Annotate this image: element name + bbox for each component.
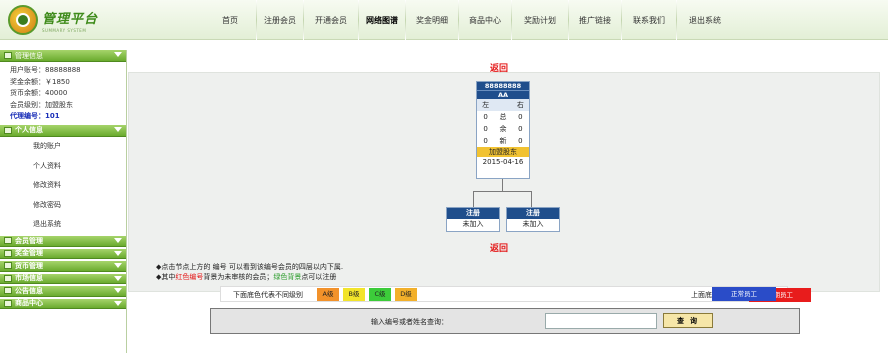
sidebar-section-coin-mgmt[interactable]: 货币管理 bbox=[0, 261, 126, 272]
logo-title: 管理平台 bbox=[42, 11, 99, 27]
nav-network-map[interactable]: 网络图谱 bbox=[359, 0, 405, 40]
legend-chip-d: D级 bbox=[395, 288, 417, 301]
nav-promo-link[interactable]: 推广链接 bbox=[569, 0, 621, 40]
return-link-bottom[interactable]: 返回 bbox=[490, 241, 508, 254]
child-status: 未加入 bbox=[462, 220, 484, 228]
child-register-label[interactable]: 注册 bbox=[447, 208, 499, 219]
root-node-row-new: 0新0 bbox=[483, 137, 523, 145]
tree-connector bbox=[473, 191, 474, 207]
root-node-name: AA bbox=[477, 90, 529, 99]
tree-child-node-right[interactable]: 注册 未加入 bbox=[506, 207, 560, 232]
nav-product-center[interactable]: 商品中心 bbox=[459, 0, 511, 40]
agent-number: 代理编号：101 bbox=[10, 112, 60, 120]
child-register-label[interactable]: 注册 bbox=[507, 208, 559, 219]
sidebar-item-change-password[interactable]: 修改密码 bbox=[0, 195, 126, 215]
sidebar: 管理信息 用户账号：88888888 奖金余额：￥1850 货币余额：40000… bbox=[0, 50, 127, 353]
chevron-down-icon bbox=[114, 250, 122, 256]
sidebar-section-personal[interactable]: 个人信息 bbox=[0, 124, 126, 137]
note-line-2: ◆其中红色编号背景为未审核的会员；绿色背景点可以注册 bbox=[156, 272, 337, 281]
tree-connector bbox=[502, 179, 503, 191]
folder-icon bbox=[4, 52, 12, 59]
chevron-down-icon bbox=[114, 300, 122, 306]
legend-chip-c: C级 bbox=[369, 288, 391, 301]
note-line-1: ◆点击节点上方的 编号 可以看到该编号会员的四层以内下属. bbox=[156, 263, 344, 271]
normal-staff-button[interactable]: 正常员工 bbox=[712, 287, 776, 301]
folder-icon bbox=[4, 249, 12, 257]
sidebar-section-manager[interactable]: 管理信息 bbox=[0, 50, 126, 62]
search-bar: 输入编号或者姓名查询： 查 询 bbox=[210, 308, 800, 334]
legend-chip-a: A级 bbox=[317, 288, 339, 301]
sidebar-section-label: 会员管理 bbox=[15, 236, 43, 245]
nav-reward-plan[interactable]: 奖励计划 bbox=[512, 0, 568, 40]
tree-child-node-left[interactable]: 注册 未加入 bbox=[446, 207, 500, 232]
chevron-down-icon bbox=[114, 238, 122, 243]
search-button[interactable]: 查 询 bbox=[663, 313, 713, 328]
chevron-down-icon bbox=[114, 288, 122, 293]
nav-contact-us[interactable]: 联系我们 bbox=[622, 0, 676, 40]
chevron-down-icon bbox=[114, 52, 122, 57]
coin-balance: 货币余额：40000 bbox=[10, 89, 68, 97]
right-header: 右 bbox=[516, 101, 524, 109]
logo[interactable]: 管理平台 SUMMARY SYSTEM bbox=[8, 4, 114, 36]
root-node-id[interactable]: 88888888 bbox=[477, 82, 529, 90]
root-node-row-remain: 0余0 bbox=[483, 125, 523, 133]
folder-icon bbox=[4, 262, 12, 270]
sidebar-section-notice-info[interactable]: 公告信息 bbox=[0, 286, 126, 297]
sidebar-section-product-center[interactable]: 商品中心 bbox=[0, 298, 126, 309]
help-notes: ◆点击节点上方的 编号 可以看到该编号会员的四层以内下属. ◆其中红色编号背景为… bbox=[156, 263, 343, 282]
sidebar-item-my-account[interactable]: 我的账户 bbox=[0, 137, 126, 157]
root-node-row-total: 0总0 bbox=[483, 113, 523, 121]
tree-connector bbox=[473, 191, 531, 192]
sidebar-section-label: 市场信息 bbox=[15, 274, 43, 283]
bonus-balance: 奖金余额：￥1850 bbox=[10, 77, 70, 86]
sidebar-section-member-mgmt[interactable]: 会员管理 bbox=[0, 236, 126, 247]
left-header: 左 bbox=[482, 101, 490, 109]
mid-header bbox=[494, 99, 511, 111]
sidebar-section-bonus-mgmt[interactable]: 奖金管理 bbox=[0, 248, 126, 259]
tree-connector bbox=[531, 191, 532, 207]
main-content: 返回 88888888 AA 左 右 0总0 0余0 0新0 加盟股东 2015… bbox=[128, 50, 888, 353]
search-input[interactable] bbox=[545, 313, 657, 329]
nav-bonus-detail[interactable]: 奖金明细 bbox=[406, 0, 458, 40]
sidebar-item-edit-profile[interactable]: 修改资料 bbox=[0, 176, 126, 196]
manager-info: 用户账号：88888888 奖金余额：￥1850 货币余额：40000 会员级别… bbox=[0, 62, 126, 125]
tree-root-node: 88888888 AA 左 右 0总0 0余0 0新0 加盟股东 2015-04… bbox=[476, 81, 530, 179]
logo-subtitle: SUMMARY SYSTEM bbox=[42, 27, 87, 33]
top-header: 管理平台 SUMMARY SYSTEM 首页 注册会员 开通会员 网络图谱 奖金… bbox=[0, 0, 888, 40]
sidebar-item-logout[interactable]: 退出系统 bbox=[0, 215, 126, 235]
nav-open-member[interactable]: 开通会员 bbox=[304, 0, 358, 40]
sidebar-section-label: 商品中心 bbox=[15, 299, 43, 308]
chevron-down-icon bbox=[114, 275, 122, 281]
root-node-date: 2015-04-16 bbox=[482, 158, 524, 166]
folder-icon bbox=[4, 287, 12, 295]
nav-logout[interactable]: 退出系统 bbox=[677, 0, 733, 40]
chevron-down-icon bbox=[114, 126, 122, 132]
sidebar-section-market-info[interactable]: 市场信息 bbox=[0, 273, 126, 284]
folder-icon bbox=[4, 274, 12, 282]
sidebar-section-label: 管理信息 bbox=[15, 51, 43, 60]
root-node-level: 加盟股东 bbox=[477, 147, 529, 157]
folder-icon bbox=[4, 237, 12, 245]
logo-icon bbox=[8, 5, 38, 35]
top-nav: 首页 注册会员 开通会员 网络图谱 奖金明细 商品中心 奖励计划 推广链接 联系… bbox=[204, 0, 733, 40]
level-legend: 下面底色代表不同级别 A级 B级 C级 D级 上面底色 到期员工 bbox=[220, 286, 811, 302]
return-link-top[interactable]: 返回 bbox=[490, 61, 508, 74]
sidebar-section-label: 奖金管理 bbox=[15, 249, 43, 258]
sidebar-item-profile[interactable]: 个人资料 bbox=[0, 156, 126, 176]
child-status: 未加入 bbox=[522, 220, 544, 228]
folder-icon bbox=[4, 299, 12, 307]
legend-label: 下面底色代表不同级别 bbox=[233, 291, 303, 299]
sidebar-section-label: 公告信息 bbox=[15, 286, 43, 295]
nav-home[interactable]: 首页 bbox=[204, 0, 256, 40]
account-number: 用户账号：88888888 bbox=[10, 66, 81, 74]
sidebar-section-label: 个人信息 bbox=[15, 126, 43, 134]
legend-chip-b: B级 bbox=[343, 288, 365, 301]
nav-register-member[interactable]: 注册会员 bbox=[257, 0, 303, 40]
sidebar-section-label: 货币管理 bbox=[15, 261, 43, 270]
root-node-header-row: 左 右 bbox=[477, 99, 529, 111]
folder-icon bbox=[4, 126, 12, 134]
chevron-down-icon bbox=[114, 263, 122, 268]
member-level: 会员级别：加盟股东 bbox=[10, 100, 73, 109]
search-label: 输入编号或者姓名查询： bbox=[371, 318, 448, 326]
